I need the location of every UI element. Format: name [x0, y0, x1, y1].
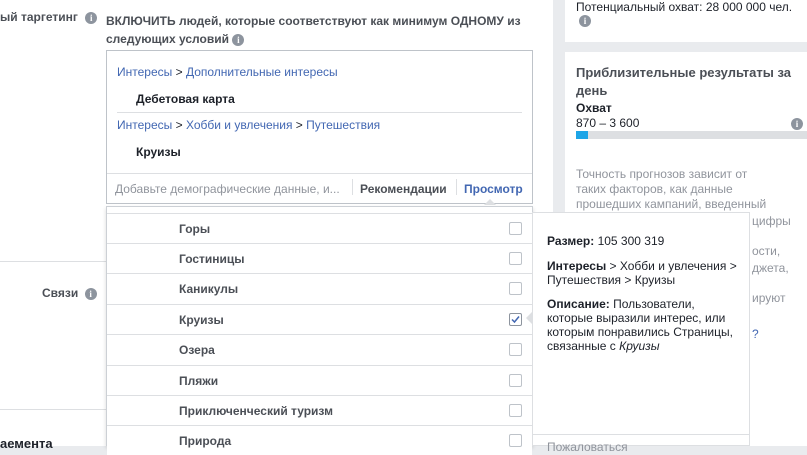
- caret-up-icon: [484, 199, 496, 205]
- breadcrumb: Интересы > Дополнительные интересы: [117, 65, 338, 79]
- include-heading-text: ВКЛЮЧИТЬ людей, которые соответствуют ка…: [106, 14, 521, 46]
- reach-range: 870 – 3 600: [576, 116, 640, 130]
- selected-interest: Дебетовая карта: [136, 92, 235, 106]
- row-label: Приключенческий туризм: [179, 404, 333, 418]
- selected-interest: Круизы: [136, 145, 181, 159]
- info-icon[interactable]: i: [232, 33, 245, 46]
- daily-results-title: Приблизительные результаты за день: [576, 65, 792, 98]
- dropdown-row[interactable]: Озера: [107, 334, 532, 364]
- description-italic: Круизы: [619, 339, 660, 353]
- tooltip-description: Описание: Пользователи, которые выразили…: [547, 297, 743, 353]
- info-icon[interactable]: i: [791, 118, 803, 130]
- check-icon: [511, 316, 520, 324]
- row-label: Круизы: [179, 313, 224, 327]
- tooltip-divider: [533, 434, 749, 435]
- dropdown-row[interactable]: Круизы: [107, 304, 532, 334]
- section-label: аемента: [0, 436, 53, 451]
- report-link[interactable]: Пожаловаться: [547, 440, 628, 454]
- row-label: Озера: [179, 343, 215, 357]
- interest-tooltip: Размер: 105 300 319 Интересы > Хобби и у…: [532, 212, 750, 454]
- tooltip-arrow: [526, 312, 532, 324]
- divider: [117, 112, 522, 113]
- tooltip-size: Размер: 105 300 319: [547, 234, 664, 248]
- size-label: Размер:: [547, 234, 595, 248]
- divider: [352, 179, 353, 195]
- description-label: Описание:: [547, 297, 610, 311]
- breadcrumb-item[interactable]: Интересы: [117, 118, 172, 132]
- info-icon[interactable]: i: [85, 11, 98, 24]
- checkbox[interactable]: [509, 222, 522, 235]
- connections-text: Связи: [42, 286, 79, 300]
- checkbox[interactable]: [509, 434, 522, 447]
- breadcrumb-item[interactable]: Хобби и увлечения: [186, 118, 293, 132]
- checkbox[interactable]: [509, 374, 522, 387]
- recommendations-button[interactable]: Рекомендации: [360, 182, 447, 196]
- row-label: Горы: [179, 222, 211, 236]
- accuracy-note-cut: джета,: [752, 261, 789, 275]
- dropdown-row[interactable]: Пляжи: [107, 365, 532, 395]
- accuracy-note: Точность прогнозов зависит от таких факт…: [576, 167, 767, 211]
- checkbox[interactable]: [509, 404, 522, 417]
- detailed-targeting-text: ый таргетинг: [0, 10, 78, 24]
- checkbox[interactable]: [509, 343, 522, 356]
- dropdown-row[interactable]: Горы: [107, 213, 532, 243]
- reach-label: Охват: [576, 101, 612, 115]
- row-label: Гостиницы: [179, 252, 245, 266]
- reach-bar-fill: [576, 131, 588, 139]
- breadcrumb-item[interactable]: Дополнительные интересы: [186, 65, 338, 79]
- search-input[interactable]: Добавьте демографические данные, и...: [115, 182, 340, 196]
- dropdown-row[interactable]: Каникулы: [107, 273, 532, 303]
- connections-label: Связи i: [42, 286, 97, 300]
- row-label: Пляжи: [179, 374, 219, 388]
- info-icon[interactable]: i: [579, 15, 591, 27]
- checkbox[interactable]: [509, 252, 522, 265]
- interests-label: Интересы: [547, 259, 607, 273]
- accuracy-note-cut: цифры: [752, 214, 791, 228]
- row-label: Каникулы: [179, 282, 239, 296]
- browse-dropdown: Горы Гостиницы Каникулы Круизы Озера Пля…: [106, 206, 533, 455]
- breadcrumb-item[interactable]: Путешествия: [306, 118, 380, 132]
- info-icon[interactable]: i: [84, 287, 97, 300]
- detailed-targeting-label: ый таргетинг i: [0, 10, 98, 24]
- size-value: 105 300 319: [597, 234, 665, 248]
- browse-button[interactable]: Просмотр: [464, 182, 523, 196]
- accuracy-note-cut: ости,: [752, 244, 781, 258]
- divider: [107, 173, 532, 174]
- breadcrumb: Интересы > Хобби и увлечения > Путешеств…: [117, 118, 381, 132]
- reach-bar: [576, 131, 807, 139]
- dropdown-row[interactable]: Гостиницы: [107, 243, 532, 273]
- dropdown-row[interactable]: Природа: [107, 425, 532, 455]
- accuracy-note-cut: ируют: [752, 291, 786, 305]
- targeting-box: Интересы > Дополнительные интересы Дебет…: [106, 50, 533, 204]
- breadcrumb-item[interactable]: Интересы: [117, 65, 172, 79]
- panel-divider: [565, 42, 807, 52]
- include-heading: ВКЛЮЧИТЬ людей, которые соответствуют ка…: [106, 12, 546, 48]
- potential-reach: Потенциальный охват: 28 000 000 чел.: [576, 0, 793, 14]
- dropdown-row[interactable]: Приключенческий туризм: [107, 395, 532, 425]
- checkbox-checked[interactable]: [509, 313, 522, 326]
- checkbox[interactable]: [509, 282, 522, 295]
- help-link[interactable]: ?: [752, 327, 759, 341]
- divider: [456, 179, 457, 195]
- tooltip-interests: Интересы > Хобби и увлечения > Путешеств…: [547, 259, 743, 287]
